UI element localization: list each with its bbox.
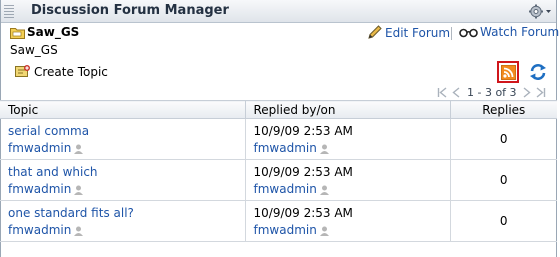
topic-cell: serial comma fmwadmin — [0, 118, 246, 160]
create-topic-label: Create Topic — [34, 65, 108, 79]
table-header-row: Topic Replied by/on Replies — [0, 100, 557, 119]
topic-link[interactable]: serial comma — [8, 123, 245, 140]
previous-page-icon[interactable] — [451, 87, 462, 98]
forum-name: Saw_GS — [27, 25, 80, 39]
column-header-topic[interactable]: Topic — [0, 100, 246, 119]
table-row: serial comma fmwadmin 10/9/09 2:53 AM fm… — [0, 118, 557, 160]
next-page-icon[interactable] — [521, 87, 532, 98]
forum-folder-icon — [10, 28, 25, 39]
pagination: 1 - 3 of 3 — [437, 86, 549, 99]
topic-author-link[interactable]: fmwadmin — [8, 182, 71, 196]
forum-subtitle: Saw_GS — [10, 43, 58, 57]
replies-count: 0 — [450, 200, 557, 242]
table-row: one standard fits all? fmwadmin 10/9/09 … — [0, 200, 557, 242]
user-status-icon — [74, 226, 84, 236]
topic-cell: that and which fmwadmin — [0, 159, 246, 201]
replied-cell: 10/9/09 2:53 AM fmwadmin — [245, 118, 451, 160]
pencil-icon — [368, 25, 382, 39]
column-header-replied[interactable]: Replied by/on — [245, 100, 451, 119]
replied-cell: 10/9/09 2:53 AM fmwadmin — [245, 200, 451, 242]
rss-feed-icon — [500, 64, 516, 80]
user-status-icon — [319, 226, 329, 236]
action-separator — [451, 27, 452, 40]
rss-feed-button[interactable] — [497, 61, 519, 83]
replies-count: 0 — [450, 118, 557, 160]
replies-count: 0 — [450, 159, 557, 201]
user-status-icon — [319, 185, 329, 195]
refresh-icon — [530, 64, 546, 80]
topic-author-link[interactable]: fmwadmin — [8, 223, 71, 237]
first-page-icon[interactable] — [437, 87, 448, 98]
last-page-icon[interactable] — [535, 87, 546, 98]
replied-on: 10/9/09 2:53 AM — [253, 206, 353, 220]
watch-forum-label[interactable]: Watch Forum — [480, 25, 559, 39]
replied-cell: 10/9/09 2:53 AM fmwadmin — [245, 159, 451, 201]
glasses-icon — [459, 28, 478, 38]
topic-cell: one standard fits all? fmwadmin — [0, 200, 246, 242]
replied-by-link[interactable]: fmwadmin — [254, 141, 317, 155]
watch-forum-link[interactable]: Watch Forum — [459, 25, 559, 39]
table-row: that and which fmwadmin 10/9/09 2:53 AM … — [0, 159, 557, 201]
topics-table: Topic Replied by/on Replies serial comma… — [0, 100, 557, 242]
column-header-replies[interactable]: Replies — [450, 100, 557, 119]
user-status-icon — [319, 144, 329, 154]
topic-link[interactable]: that and which — [8, 164, 245, 181]
replied-on: 10/9/09 2:53 AM — [253, 124, 353, 138]
create-topic-button[interactable]: Create Topic — [14, 64, 108, 80]
refresh-button[interactable] — [528, 63, 548, 81]
replied-on: 10/9/09 2:53 AM — [253, 165, 353, 179]
pagination-range: 1 - 3 of 3 — [467, 86, 517, 99]
replied-by-link[interactable]: fmwadmin — [254, 223, 317, 237]
replied-by-link[interactable]: fmwadmin — [254, 182, 317, 196]
topic-author-link[interactable]: fmwadmin — [8, 141, 71, 155]
user-status-icon — [74, 144, 84, 154]
edit-forum-link[interactable]: Edit Forum — [366, 25, 450, 40]
topic-link[interactable]: one standard fits all? — [8, 205, 245, 222]
new-topic-icon — [15, 65, 30, 77]
user-status-icon — [74, 185, 84, 195]
edit-forum-label[interactable]: Edit Forum — [385, 26, 450, 40]
